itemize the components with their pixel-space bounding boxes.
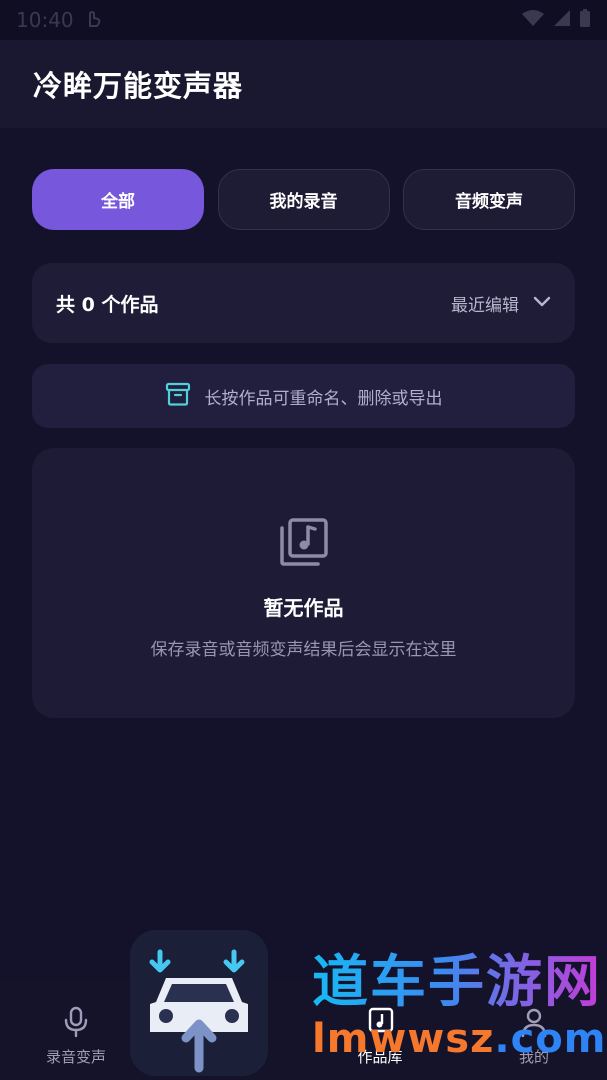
- app-header: 冷眸万能变声器: [0, 40, 607, 128]
- watermark-logo: [130, 930, 268, 1076]
- wifi-icon: [521, 9, 545, 31]
- status-bar: 10:40: [0, 0, 607, 40]
- watermark-url-tld: .com: [494, 1016, 607, 1062]
- watermark-url: lmwwsz.com: [312, 1016, 605, 1062]
- empty-state-description: 保存录音或音频变声结果后会显示在这里: [150, 640, 457, 660]
- filter-tabs: 全部 我的录音 音频变声: [32, 169, 575, 230]
- sort-label: 最近编辑: [451, 295, 519, 316]
- watermark-site-name: 道车手游网: [312, 950, 602, 1015]
- music-library-icon: [278, 516, 330, 572]
- status-time: 10:40: [16, 8, 74, 32]
- tip-text: 长按作品可重命名、删除或导出: [204, 388, 443, 409]
- tab-audio-voice-change-label: 音频变声: [455, 192, 523, 212]
- works-count: 共 0 个作品: [56, 293, 159, 316]
- sort-dropdown[interactable]: 最近编辑: [451, 291, 551, 316]
- signal-icon: [553, 9, 571, 31]
- empty-state-card: 暂无作品 保存录音或音频变声结果后会显示在这里: [32, 448, 575, 718]
- tab-all[interactable]: 全部: [32, 169, 204, 230]
- works-summary-bar: 共 0 个作品 最近编辑: [32, 263, 575, 343]
- tab-audio-voice-change[interactable]: 音频变声: [403, 169, 575, 230]
- nav-item-record[interactable]: 录音变声: [40, 1006, 112, 1067]
- tab-my-recordings-label: 我的录音: [269, 192, 338, 212]
- microphone-icon: [62, 1006, 90, 1042]
- watermark-url-domain: lmwwsz: [312, 1016, 495, 1062]
- touch-icon: [84, 8, 102, 32]
- page-title: 冷眸万能变声器: [33, 69, 244, 103]
- tip-banner: 长按作品可重命名、删除或导出: [32, 364, 575, 428]
- tab-all-label: 全部: [101, 192, 135, 212]
- tab-my-recordings[interactable]: 我的录音: [217, 169, 390, 230]
- chevron-down-icon: [533, 293, 551, 313]
- watermark-text: 道车手游网 lmwwsz.com: [312, 950, 605, 1062]
- battery-icon: [579, 8, 591, 32]
- empty-state-title: 暂无作品: [263, 596, 344, 620]
- status-right: [521, 8, 591, 32]
- status-left: 10:40: [16, 8, 102, 32]
- app-screen: 10:40 冷眸万能变声器 全部 我的录音 音频变声 共 0 个作品 最近编辑 …: [0, 0, 607, 1080]
- nav-label-record: 录音变声: [45, 1048, 106, 1066]
- archive-icon: [165, 381, 191, 411]
